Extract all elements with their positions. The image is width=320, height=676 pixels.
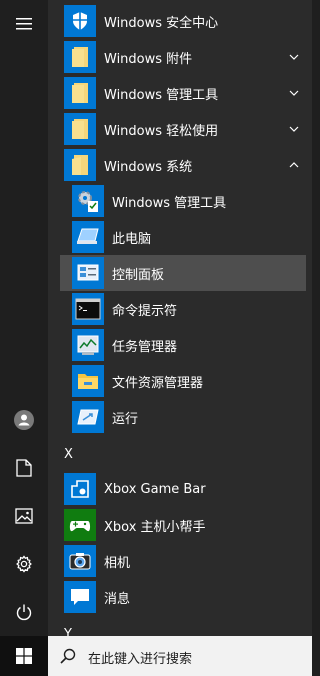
app-command-prompt[interactable]: 命令提示符 bbox=[48, 291, 312, 327]
app-label: 控制面板 bbox=[112, 267, 165, 283]
app-label: Xbox Game Bar bbox=[104, 481, 206, 497]
hamburger-menu-icon bbox=[16, 18, 32, 30]
power-button[interactable] bbox=[0, 588, 48, 636]
app-run[interactable]: 运行 bbox=[48, 399, 312, 435]
settings-button[interactable] bbox=[0, 540, 48, 588]
app-file-explorer[interactable]: 文件资源管理器 bbox=[48, 363, 312, 399]
app-label: 此电脑 bbox=[112, 231, 152, 247]
folder-icon bbox=[64, 41, 96, 73]
app-camera[interactable]: 相机 bbox=[48, 543, 312, 579]
app-label: 文件资源管理器 bbox=[112, 375, 204, 391]
app-label: Windows 安全中心 bbox=[104, 15, 219, 31]
user-icon bbox=[14, 410, 34, 430]
app-label: 命令提示符 bbox=[112, 303, 178, 319]
user-button[interactable] bbox=[0, 396, 48, 444]
shield-icon bbox=[64, 5, 96, 37]
xbox-controller-icon bbox=[64, 509, 96, 541]
folder-label: Windows 附件 bbox=[104, 51, 193, 67]
app-this-pc[interactable]: 此电脑 bbox=[48, 219, 312, 255]
app-list[interactable]: Windows 安全中心 Windows 附件 Windows 管理工具 Win… bbox=[48, 0, 312, 636]
pictures-icon bbox=[15, 508, 33, 524]
app-xbox-console-companion[interactable]: Xbox 主机小帮手 bbox=[48, 507, 312, 543]
app-windows-security[interactable]: Windows 安全中心 bbox=[48, 3, 312, 39]
camera-icon bbox=[64, 545, 96, 577]
search-icon bbox=[60, 648, 76, 664]
app-admin-tools[interactable]: Windows 管理工具 bbox=[48, 183, 312, 219]
folder-open-icon bbox=[64, 149, 96, 181]
app-xbox-game-bar[interactable]: Xbox Game Bar bbox=[48, 471, 312, 507]
settings-icon bbox=[16, 555, 32, 573]
app-label: 运行 bbox=[112, 411, 139, 427]
search-placeholder: 在此键入进行搜索 bbox=[88, 652, 193, 667]
chevron-down-icon bbox=[289, 126, 299, 132]
section-header-y[interactable]: Y bbox=[64, 627, 104, 636]
run-icon bbox=[72, 401, 104, 433]
section-header-x[interactable]: X bbox=[64, 447, 104, 462]
folder-label: Windows 管理工具 bbox=[104, 87, 219, 103]
command-prompt-icon bbox=[72, 293, 104, 325]
app-label: 任务管理器 bbox=[112, 339, 178, 355]
documents-button[interactable] bbox=[0, 444, 48, 492]
message-icon bbox=[64, 581, 96, 613]
folder-label: Windows 轻松使用 bbox=[104, 123, 219, 139]
app-label: 消息 bbox=[104, 591, 131, 607]
folder-icon bbox=[64, 77, 96, 109]
taskbar: 在此键入进行搜索 bbox=[0, 636, 312, 676]
app-label: 相机 bbox=[104, 555, 131, 571]
chevron-down-icon bbox=[289, 90, 299, 96]
folder-windows-system[interactable]: Windows 系统 bbox=[48, 147, 312, 183]
xbox-game-bar-icon bbox=[64, 473, 96, 505]
document-icon bbox=[16, 459, 32, 477]
admin-tools-icon bbox=[72, 185, 104, 217]
task-manager-icon bbox=[72, 329, 104, 361]
folder-icon bbox=[64, 113, 96, 145]
chevron-down-icon bbox=[289, 54, 299, 60]
app-label: Xbox 主机小帮手 bbox=[104, 519, 206, 535]
start-button[interactable] bbox=[0, 636, 48, 676]
app-messaging[interactable]: 消息 bbox=[48, 579, 312, 615]
expand-menu-button[interactable] bbox=[0, 0, 48, 48]
file-explorer-icon bbox=[72, 365, 104, 397]
app-control-panel[interactable]: 控制面板 bbox=[60, 255, 306, 291]
start-rail bbox=[0, 0, 48, 636]
app-task-manager[interactable]: 任务管理器 bbox=[48, 327, 312, 363]
folder-windows-ease-of-access[interactable]: Windows 轻松使用 bbox=[48, 111, 312, 147]
folder-label: Windows 系统 bbox=[104, 159, 193, 175]
power-icon bbox=[16, 604, 32, 621]
computer-icon bbox=[72, 221, 104, 253]
app-label: Windows 管理工具 bbox=[112, 195, 227, 211]
folder-windows-admin-tools[interactable]: Windows 管理工具 bbox=[48, 75, 312, 111]
folder-windows-accessories[interactable]: Windows 附件 bbox=[48, 39, 312, 75]
search-box[interactable]: 在此键入进行搜索 bbox=[48, 636, 312, 676]
chevron-up-icon bbox=[289, 162, 299, 168]
pictures-button[interactable] bbox=[0, 492, 48, 540]
control-panel-icon bbox=[72, 257, 104, 289]
windows-logo-icon bbox=[16, 648, 32, 664]
